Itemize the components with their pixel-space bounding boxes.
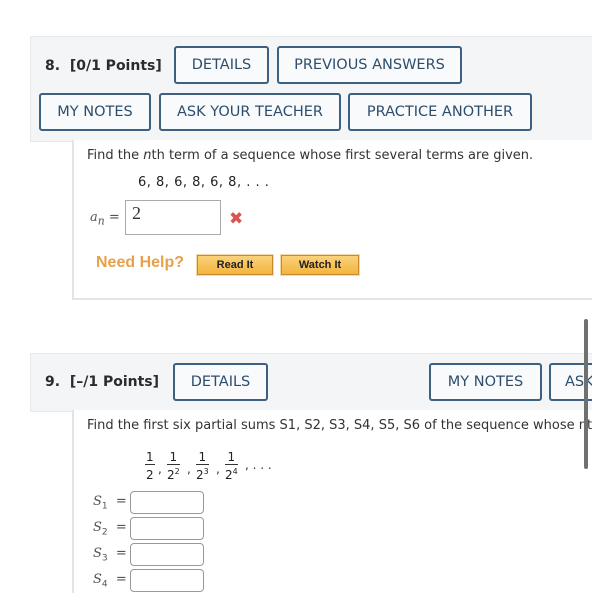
q9-sequence-term-4: 1 24 [225, 450, 238, 482]
q9-details-button[interactable]: DETAILS [173, 363, 268, 401]
q9-my-notes-button[interactable]: MY NOTES [429, 363, 542, 401]
incorrect-x-icon: ✖ [229, 209, 244, 229]
q8-answer-input[interactable]: 2 [125, 200, 221, 235]
question-9-number: 9. [–/1 Points] [45, 374, 160, 390]
q8-practice-another-button[interactable]: PRACTICE ANOTHER [348, 93, 532, 131]
q8-answer-label: an = [90, 210, 120, 228]
q9-prompt: Find the first six partial sums S1, S2, … [87, 418, 592, 433]
q8-prompt: Find the nth term of a sequence whose fi… [87, 148, 534, 163]
q8-my-notes-button[interactable]: MY NOTES [39, 93, 151, 131]
watch-it-button[interactable]: Watch It [280, 254, 360, 276]
q9-sequence-term-3: 1 23 [196, 450, 209, 482]
question-9-points: [–/1 Points] [69, 374, 160, 390]
vertical-scrollbar[interactable] [584, 319, 588, 469]
s2-label: S2 = [93, 520, 127, 538]
q8-sequence: 6, 8, 6, 8, 6, 8, . . . [138, 175, 270, 190]
q9-sequence-term-1: 12 [145, 450, 155, 482]
read-it-button[interactable]: Read It [196, 254, 274, 276]
s2-input[interactable] [130, 517, 204, 540]
q9-sequence-term-2: 1 22 [167, 450, 180, 482]
question-8-number: 8. [0/1 Points] [45, 58, 162, 74]
s4-input[interactable] [130, 569, 204, 592]
comma: , [216, 462, 220, 476]
q8-ask-your-teacher-button[interactable]: ASK YOUR TEACHER [159, 93, 341, 131]
q9-sequence-ellipsis: , . . . [245, 458, 272, 472]
q8-previous-answers-button[interactable]: PREVIOUS ANSWERS [277, 46, 462, 84]
s3-label: S3 = [93, 546, 127, 564]
s1-input[interactable] [130, 491, 204, 514]
comma: , [187, 462, 191, 476]
question-8-points: [0/1 Points] [69, 58, 162, 74]
need-help-label: Need Help? [96, 254, 185, 271]
s1-label: S1 = [93, 494, 127, 512]
s4-label: S4 = [93, 572, 127, 590]
comma: , [158, 462, 162, 476]
s3-input[interactable] [130, 543, 204, 566]
q8-details-button[interactable]: DETAILS [174, 46, 269, 84]
